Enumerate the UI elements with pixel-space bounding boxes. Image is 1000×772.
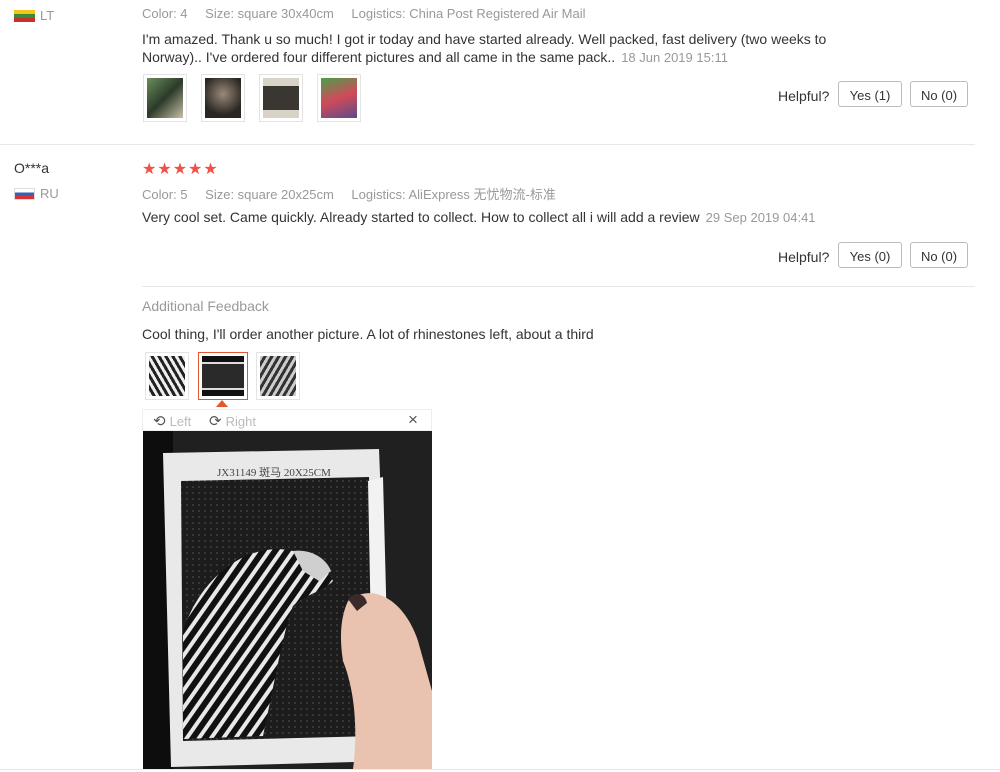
review-text: Very cool set. Came quickly. Already sta…: [142, 208, 902, 227]
rotate-left-button[interactable]: ⟲ Left: [153, 412, 191, 430]
review-meta: Color: 4 Size: square 30x40cm Logistics:…: [142, 6, 600, 21]
review-user: O***a: [14, 160, 50, 176]
page-bottom-divider: [0, 769, 1000, 770]
meta-logistics: Logistics: China Post Registered Air Mai…: [351, 6, 586, 21]
review-photo-thumb[interactable]: [317, 74, 361, 122]
review-country: RU: [40, 186, 59, 201]
review-photo-thumb[interactable]: [143, 74, 187, 122]
review-divider: [0, 144, 975, 145]
helpful-yes-button[interactable]: Yes (1): [838, 81, 902, 107]
review-photo-thumb[interactable]: [201, 74, 245, 122]
helpful-no-button[interactable]: No (0): [910, 81, 968, 107]
review-photo-large: JX31149 斑马 20X25CM: [143, 431, 432, 769]
meta-logistics: Logistics: AliExpress 无忧物流-标准: [351, 187, 556, 202]
review-text-body: Very cool set. Came quickly. Already sta…: [142, 209, 700, 225]
review-country: LT: [40, 8, 55, 23]
rotate-left-label: Left: [169, 414, 192, 429]
rotate-left-icon: ⟲: [153, 413, 166, 430]
meta-color: Color: 4: [142, 6, 188, 21]
zebra-canvas-photo: [143, 431, 432, 769]
meta-size: Size: square 20x25cm: [205, 187, 334, 202]
review-text-line-1: I'm amazed. Thank u so much! I got ir to…: [142, 31, 827, 47]
review-text: I'm amazed. Thank u so much! I got ir to…: [142, 30, 842, 67]
helpful-label: Helpful?: [778, 249, 830, 265]
meta-size: Size: square 30x40cm: [205, 6, 334, 21]
selected-thumb-caret-icon: [216, 400, 228, 407]
review-meta: Color: 5 Size: square 20x25cm Logistics:…: [142, 184, 570, 203]
flag-ru-icon: [14, 188, 35, 200]
rotate-right-button[interactable]: ⟳ Right: [209, 412, 256, 430]
rotate-right-icon: ⟳: [209, 413, 222, 430]
meta-color: Color: 5: [142, 187, 188, 202]
feedback-photo-thumb[interactable]: [145, 352, 189, 400]
helpful-label: Helpful?: [778, 88, 830, 104]
review-date: 18 Jun 2019 15:11: [621, 50, 728, 65]
helpful-yes-button[interactable]: Yes (0): [838, 242, 902, 268]
canvas-label: JX31149 斑马 20X25CM: [217, 467, 331, 479]
review-photo-thumb[interactable]: [259, 74, 303, 122]
feedback-photo-thumb[interactable]: [256, 352, 300, 400]
close-icon[interactable]: ×: [408, 410, 418, 430]
feedback-photo-thumb-selected[interactable]: [198, 352, 248, 400]
image-viewer-toolbar: ⟲ Left ⟳ Right ×: [142, 409, 432, 431]
flag-lt-icon: [14, 10, 35, 22]
additional-feedback-text: Cool thing, I'll order another picture. …: [142, 326, 594, 342]
additional-feedback-divider: [142, 286, 975, 287]
additional-feedback-heading: Additional Feedback: [142, 298, 269, 314]
helpful-no-button[interactable]: No (0): [910, 242, 968, 268]
review-text-line-2: Norway).. I've ordered four different pi…: [142, 49, 616, 65]
rating-stars: ★★★★★: [142, 161, 219, 178]
review-date: 29 Sep 2019 04:41: [705, 210, 816, 225]
rotate-right-label: Right: [225, 414, 256, 429]
